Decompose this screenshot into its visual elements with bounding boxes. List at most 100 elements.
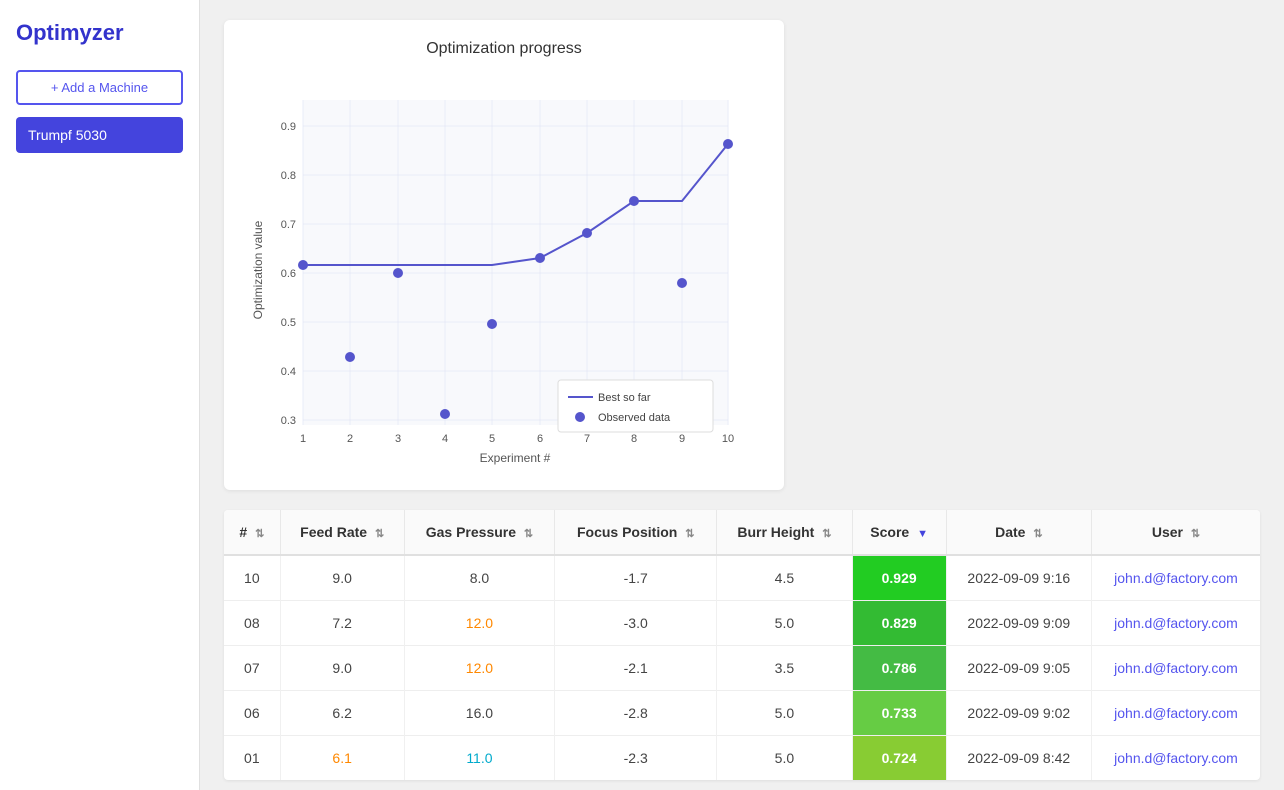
y-tick-1: 0.4 — [281, 366, 296, 378]
data-point-1 — [298, 260, 308, 270]
x-tick-9: 9 — [679, 433, 685, 445]
cell-burr-height: 5.0 — [717, 691, 852, 736]
cell-gas-pressure: 16.0 — [404, 691, 555, 736]
legend-line-label: Best so far — [598, 392, 651, 404]
data-point-2 — [345, 352, 355, 362]
table-container: # ⇅ Feed Rate ⇅ Gas Pressure ⇅ Focus Pos… — [224, 510, 1260, 780]
cell-focus-position: -3.0 — [555, 601, 717, 646]
col-header-feed-rate[interactable]: Feed Rate ⇅ — [280, 510, 404, 555]
col-header-gas-pressure[interactable]: Gas Pressure ⇅ — [404, 510, 555, 555]
score-badge: 0.724 — [853, 736, 946, 780]
col-header-user[interactable]: User ⇅ — [1091, 510, 1260, 555]
sort-icon-score: ▼ — [917, 528, 928, 540]
score-badge: 0.786 — [853, 646, 946, 690]
cell-user: john.d@factory.com — [1091, 646, 1260, 691]
table-row: 01 6.1 11.0 -2.3 5.0 0.724 2022-09-09 8:… — [224, 736, 1260, 781]
data-point-8 — [629, 196, 639, 206]
data-point-10 — [723, 139, 733, 149]
y-tick-2: 0.5 — [281, 317, 296, 329]
x-axis-label: Experiment # — [480, 451, 551, 465]
table-row: 07 9.0 12.0 -2.1 3.5 0.786 2022-09-09 9:… — [224, 646, 1260, 691]
cell-user: john.d@factory.com — [1091, 601, 1260, 646]
cell-date: 2022-09-09 8:42 — [946, 736, 1091, 781]
sort-icon-gas-pressure: ⇅ — [524, 527, 533, 540]
table-body: 10 9.0 8.0 -1.7 4.5 0.929 2022-09-09 9:1… — [224, 555, 1260, 780]
data-point-3 — [393, 268, 403, 278]
cell-num: 01 — [224, 736, 280, 781]
x-tick-4: 4 — [442, 433, 448, 445]
legend-dot-icon — [575, 412, 585, 422]
results-table: # ⇅ Feed Rate ⇅ Gas Pressure ⇅ Focus Pos… — [224, 510, 1260, 780]
cell-feed-rate: 9.0 — [280, 555, 404, 601]
add-machine-button[interactable]: + Add a Machine — [16, 70, 183, 105]
table-row: 06 6.2 16.0 -2.8 5.0 0.733 2022-09-09 9:… — [224, 691, 1260, 736]
y-tick-5: 0.8 — [281, 170, 296, 182]
col-header-num[interactable]: # ⇅ — [224, 510, 280, 555]
x-tick-6: 6 — [537, 433, 543, 445]
cell-focus-position: -2.1 — [555, 646, 717, 691]
cell-date: 2022-09-09 9:16 — [946, 555, 1091, 601]
x-tick-3: 3 — [395, 433, 401, 445]
data-point-6 — [535, 253, 545, 263]
x-tick-2: 2 — [347, 433, 353, 445]
cell-feed-rate: 6.2 — [280, 691, 404, 736]
sort-icon-num: ⇅ — [255, 527, 264, 540]
cell-user: john.d@factory.com — [1091, 691, 1260, 736]
y-tick-3: 0.6 — [281, 268, 296, 280]
x-tick-1: 1 — [300, 433, 306, 445]
table-header-row: # ⇅ Feed Rate ⇅ Gas Pressure ⇅ Focus Pos… — [224, 510, 1260, 555]
data-point-4 — [440, 409, 450, 419]
cell-gas-pressure: 12.0 — [404, 646, 555, 691]
legend-dot-label: Observed data — [598, 412, 671, 424]
cell-gas-pressure: 11.0 — [404, 736, 555, 781]
cell-date: 2022-09-09 9:02 — [946, 691, 1091, 736]
cell-feed-rate: 9.0 — [280, 646, 404, 691]
cell-user: john.d@factory.com — [1091, 736, 1260, 781]
machine-item-trumpf[interactable]: Trumpf 5030 — [16, 117, 183, 153]
cell-date: 2022-09-09 9:09 — [946, 601, 1091, 646]
sort-icon-focus-position: ⇅ — [685, 527, 694, 540]
chart-title: Optimization progress — [248, 40, 760, 58]
cell-focus-position: -2.8 — [555, 691, 717, 736]
cell-num: 06 — [224, 691, 280, 736]
data-point-7 — [582, 228, 592, 238]
sort-icon-feed-rate: ⇅ — [375, 527, 384, 540]
y-axis-label: Optimization value — [251, 220, 265, 319]
y-tick-6: 0.9 — [281, 121, 296, 133]
sidebar: Optimyzer + Add a Machine Trumpf 5030 — [0, 0, 200, 790]
data-point-5 — [487, 319, 497, 329]
app-title: Optimyzer — [16, 20, 183, 46]
cell-score: 0.733 — [852, 691, 946, 736]
cell-gas-pressure: 12.0 — [404, 601, 555, 646]
col-header-score[interactable]: Score ▼ — [852, 510, 946, 555]
data-point-9 — [677, 278, 687, 288]
cell-burr-height: 4.5 — [717, 555, 852, 601]
main-content: Optimization progress Optimization value… — [200, 0, 1284, 790]
cell-score: 0.724 — [852, 736, 946, 781]
cell-gas-pressure: 8.0 — [404, 555, 555, 601]
cell-score: 0.829 — [852, 601, 946, 646]
cell-num: 08 — [224, 601, 280, 646]
x-tick-7: 7 — [584, 433, 590, 445]
col-header-focus-position[interactable]: Focus Position ⇅ — [555, 510, 717, 555]
cell-score: 0.786 — [852, 646, 946, 691]
x-tick-5: 5 — [489, 433, 495, 445]
col-header-date[interactable]: Date ⇅ — [946, 510, 1091, 555]
sort-icon-burr-height: ⇅ — [822, 527, 831, 540]
cell-feed-rate: 6.1 — [280, 736, 404, 781]
optimization-chart: Optimization value 0.3 0.4 0.5 0.6 0.7 0… — [248, 70, 758, 470]
cell-focus-position: -2.3 — [555, 736, 717, 781]
sort-icon-date: ⇅ — [1033, 527, 1042, 540]
cell-score: 0.929 — [852, 555, 946, 601]
col-header-burr-height[interactable]: Burr Height ⇅ — [717, 510, 852, 555]
x-tick-8: 8 — [631, 433, 637, 445]
score-badge: 0.733 — [853, 691, 946, 735]
cell-num: 07 — [224, 646, 280, 691]
cell-burr-height: 3.5 — [717, 646, 852, 691]
legend-box — [558, 380, 713, 432]
y-tick-0: 0.3 — [281, 415, 296, 427]
x-tick-10: 10 — [722, 433, 734, 445]
cell-feed-rate: 7.2 — [280, 601, 404, 646]
table-row: 10 9.0 8.0 -1.7 4.5 0.929 2022-09-09 9:1… — [224, 555, 1260, 601]
cell-focus-position: -1.7 — [555, 555, 717, 601]
